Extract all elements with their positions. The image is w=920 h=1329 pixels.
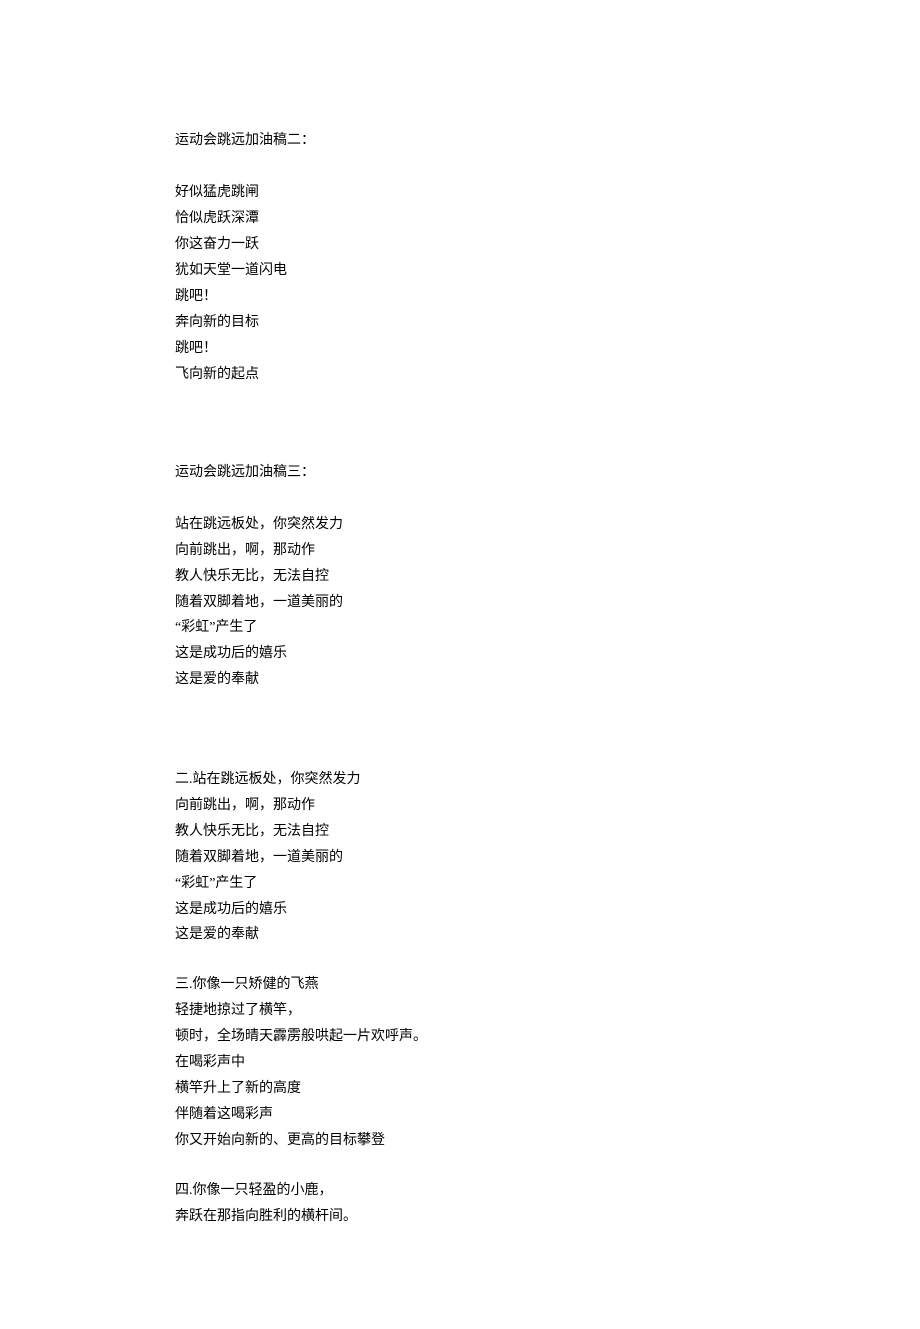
text-line: 教人快乐无比，无法自控 [175,819,745,845]
text-line: 二.站在跳远板处，你突然发力 [175,767,745,793]
text-line: 飞向新的起点 [175,362,745,388]
text-line: 跳吧！ [175,336,745,362]
text-line: 好似猛虎跳闸 [175,180,745,206]
section-title: 运动会跳远加油稿三： [175,462,745,484]
text-line: 教人快乐无比，无法自控 [175,564,745,590]
spacer [175,743,745,767]
text-line: 奔向新的目标 [175,310,745,336]
text-line: 跳吧！ [175,284,745,310]
text-line: 站在跳远板处，你突然发力 [175,512,745,538]
text-line: 四.你像一只轻盈的小鹿， [175,1178,745,1204]
document-page: 运动会跳远加油稿二： 好似猛虎跳闸 恰似虎跃深潭 你这奋力一跃 犹如天堂一道闪电… [0,0,920,1329]
text-line: 向前跳出，啊，那动作 [175,793,745,819]
text-line: 向前跳出，啊，那动作 [175,538,745,564]
section-two: 运动会跳远加油稿二： 好似猛虎跳闸 恰似虎跃深潭 你这奋力一跃 犹如天堂一道闪电… [175,130,745,388]
text-line: 伴随着这喝彩声 [175,1102,745,1128]
text-line: 轻捷地掠过了横竿， [175,998,745,1024]
text-line: 这是成功后的嬉乐 [175,641,745,667]
text-line: 犹如天堂一道闪电 [175,258,745,284]
text-line: 随着双脚着地，一道美丽的 [175,590,745,616]
text-line: 顿时，全场晴天霹雳般哄起一片欢呼声。 [175,1024,745,1050]
text-line: 这是成功后的嬉乐 [175,897,745,923]
text-line: 这是爱的奉献 [175,922,745,948]
text-line: 你这奋力一跃 [175,232,745,258]
spacer [175,438,745,462]
text-line: 三.你像一只矫健的飞燕 [175,972,745,998]
section-title: 运动会跳远加油稿二： [175,130,745,152]
text-line: 这是爱的奉献 [175,667,745,693]
text-line: 恰似虎跃深潭 [175,206,745,232]
text-line: “彩虹”产生了 [175,615,745,641]
text-line: 你又开始向新的、更高的目标攀登 [175,1128,745,1154]
text-line: 奔跃在那指向胜利的横杆间。 [175,1204,745,1230]
block-two: 二.站在跳远板处，你突然发力 向前跳出，啊，那动作 教人快乐无比，无法自控 随着… [175,767,745,948]
text-line: “彩虹”产生了 [175,871,745,897]
block-three: 三.你像一只矫健的飞燕 轻捷地掠过了横竿， 顿时，全场晴天霹雳般哄起一片欢呼声。… [175,972,745,1153]
text-line: 随着双脚着地，一道美丽的 [175,845,745,871]
text-line: 在喝彩声中 [175,1050,745,1076]
block-four: 四.你像一只轻盈的小鹿， 奔跃在那指向胜利的横杆间。 [175,1178,745,1230]
text-line: 横竿升上了新的高度 [175,1076,745,1102]
section-three: 运动会跳远加油稿三： 站在跳远板处，你突然发力 向前跳出，啊，那动作 教人快乐无… [175,462,745,694]
